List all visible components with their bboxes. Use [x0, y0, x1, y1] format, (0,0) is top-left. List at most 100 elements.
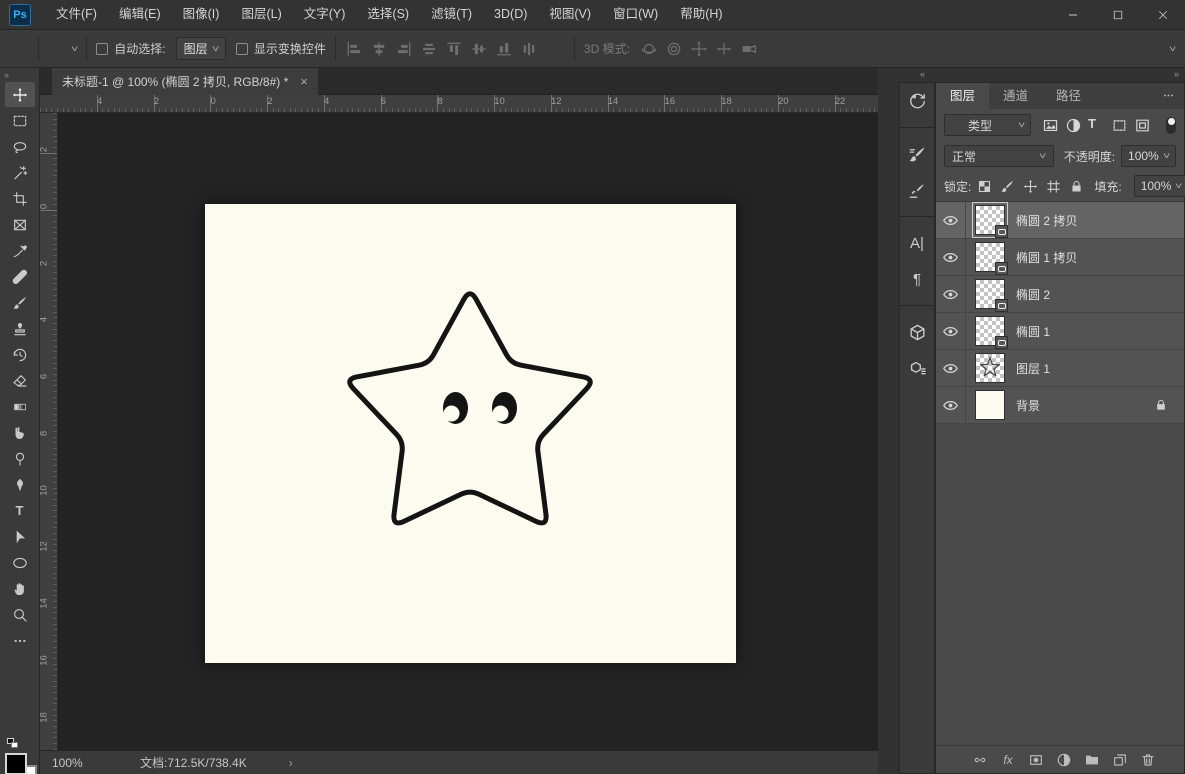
layer-row[interactable]: 椭圆 1 拷贝 [936, 239, 1184, 276]
move-small-lock-icon[interactable] [1023, 179, 1038, 194]
eye-icon[interactable] [942, 323, 959, 340]
collapse-dock-icon[interactable]: « [920, 69, 925, 79]
artboard-lock-icon[interactable] [1046, 179, 1061, 194]
link-button[interactable] [972, 752, 988, 768]
align-right-icon[interactable] [395, 40, 413, 58]
eye-icon[interactable] [942, 249, 959, 266]
vertical-ruler[interactable]: 2 0 2 4 6 8 10 12 14 16 18 [40, 113, 58, 750]
drag-3d-icon[interactable] [690, 40, 708, 58]
align-bottom-icon[interactable] [495, 40, 513, 58]
menu-item-edit[interactable]: 编辑(E) [108, 0, 172, 30]
layer-row[interactable]: 图层 1 [936, 350, 1184, 387]
align-left-icon[interactable] [345, 40, 363, 58]
minimize-window-button[interactable] [1050, 0, 1095, 30]
type-tool[interactable]: T [5, 498, 35, 523]
layer-row[interactable]: 椭圆 2 [936, 276, 1184, 313]
fx-button[interactable]: fx [1000, 752, 1016, 768]
menu-item-image[interactable]: 图像(I) [172, 0, 231, 30]
more-align-options-icon[interactable] [546, 39, 565, 58]
horizontal-ruler[interactable]: 4 2 0 2 4 6 8 10 12 14 16 18 20 22 [40, 95, 878, 113]
adjustment-filter-icon[interactable] [1065, 117, 1082, 134]
visibility-cell[interactable] [936, 239, 966, 275]
zoom-level-field[interactable]: 100% [52, 756, 112, 770]
search-icon[interactable] [1113, 39, 1132, 58]
pasteboard[interactable] [58, 113, 878, 750]
3d-panel-button[interactable] [900, 314, 934, 350]
mask-button[interactable] [1028, 752, 1044, 768]
visibility-cell[interactable] [936, 387, 966, 423]
menu-item-file[interactable]: 文件(F) [45, 0, 108, 30]
auto-select-target-dropdown[interactable]: 图层 ˅ [175, 37, 226, 60]
layer-row[interactable]: 背景 [936, 387, 1184, 424]
crop-tool[interactable] [5, 186, 35, 211]
maximize-window-button[interactable] [1095, 0, 1140, 30]
visibility-cell[interactable] [936, 276, 966, 312]
align-top-icon[interactable] [445, 40, 463, 58]
show-transform-checkbox[interactable] [235, 42, 248, 55]
character-panel-button[interactable]: A| [900, 225, 934, 261]
panel-menu-icon[interactable] [1161, 89, 1176, 102]
status-menu-chevron[interactable]: › [289, 756, 293, 770]
menu-item-layer[interactable]: 图层(L) [230, 0, 292, 30]
fill-field[interactable]: 100% ˅ [1133, 175, 1185, 197]
blend-mode-dropdown[interactable]: 正常 ˅ [944, 145, 1054, 167]
path-selection-tool[interactable] [5, 524, 35, 549]
pen-tool[interactable] [5, 472, 35, 497]
slide-3d-icon[interactable] [715, 40, 733, 58]
history-brush-tool[interactable] [5, 342, 35, 367]
clone-stamp-tool[interactable] [5, 316, 35, 341]
orbit-3d-icon[interactable] [640, 40, 658, 58]
toolbar-collapse-icon[interactable]: » [4, 70, 9, 80]
expand-dock-icon[interactable]: » [1174, 69, 1179, 79]
brush-tool[interactable] [5, 290, 35, 315]
spot-healing-tool[interactable] [5, 264, 35, 289]
menu-item-help[interactable]: 帮助(H) [669, 0, 733, 30]
move-tool[interactable] [4, 82, 35, 107]
opacity-field[interactable]: 100% ˅ [1121, 145, 1176, 167]
new-layer-button[interactable] [1112, 752, 1128, 768]
type-kind-filter-icon[interactable]: T [1088, 117, 1105, 134]
chevron-down-icon[interactable]: ˅ [71, 44, 78, 54]
shape-badge-filter-icon[interactable] [1111, 117, 1128, 134]
layer-thumbnail[interactable] [975, 279, 1008, 312]
distribute-v-icon[interactable] [520, 40, 538, 58]
eye-icon[interactable] [942, 212, 959, 229]
hand-tool[interactable] [5, 576, 35, 601]
foreground-color-swatch[interactable] [5, 753, 27, 774]
layer-row[interactable]: 椭圆 2 拷贝 [936, 202, 1184, 239]
layer-thumbnail[interactable] [975, 390, 1005, 420]
folder-button[interactable] [1084, 752, 1100, 768]
lock-all-icon[interactable] [1069, 179, 1084, 194]
brush-settings-panel-button[interactable] [900, 136, 934, 172]
paragraph-panel-button[interactable]: ¶ [900, 261, 934, 297]
tab-路径[interactable]: 路径 [1042, 83, 1095, 109]
delete-button[interactable] [1140, 752, 1156, 768]
smudge-tool[interactable] [5, 420, 35, 445]
roll-3d-icon[interactable] [665, 40, 683, 58]
rectangular-marquee-tool[interactable] [5, 108, 35, 133]
eye-icon[interactable] [942, 360, 959, 377]
gradient-tool[interactable] [5, 394, 35, 419]
materials-panel-button[interactable] [900, 350, 934, 386]
align-center-v-icon[interactable] [470, 40, 488, 58]
zoom-tool[interactable] [5, 602, 35, 627]
layer-thumbnail[interactable] [975, 316, 1008, 349]
lasso-tool[interactable] [5, 134, 35, 159]
eye-icon[interactable] [942, 397, 959, 414]
align-center-h-icon[interactable] [370, 40, 388, 58]
document-tab[interactable]: 未标题-1 @ 100% (椭圆 2 拷贝, RGB/8#) * × [52, 68, 318, 95]
camera-3d-icon[interactable] [740, 40, 758, 58]
distribute-h-icon[interactable] [420, 40, 438, 58]
more-tool[interactable] [5, 628, 35, 653]
layer-thumbnail[interactable] [975, 242, 1008, 275]
tab-图层[interactable]: 图层 [936, 83, 990, 109]
picture-filter-icon[interactable] [1042, 117, 1059, 134]
brushes-panel-button[interactable] [900, 172, 934, 208]
layer-thumbnail[interactable] [972, 202, 1008, 238]
auto-select-checkbox[interactable] [96, 42, 109, 55]
frame-tool[interactable] [5, 212, 35, 237]
filter-type-dropdown[interactable]: 类型 ˅ [944, 114, 1031, 136]
workspace-switcher-icon[interactable] [1146, 39, 1165, 58]
eraser-tool[interactable] [5, 368, 35, 393]
visibility-cell[interactable] [936, 313, 966, 349]
